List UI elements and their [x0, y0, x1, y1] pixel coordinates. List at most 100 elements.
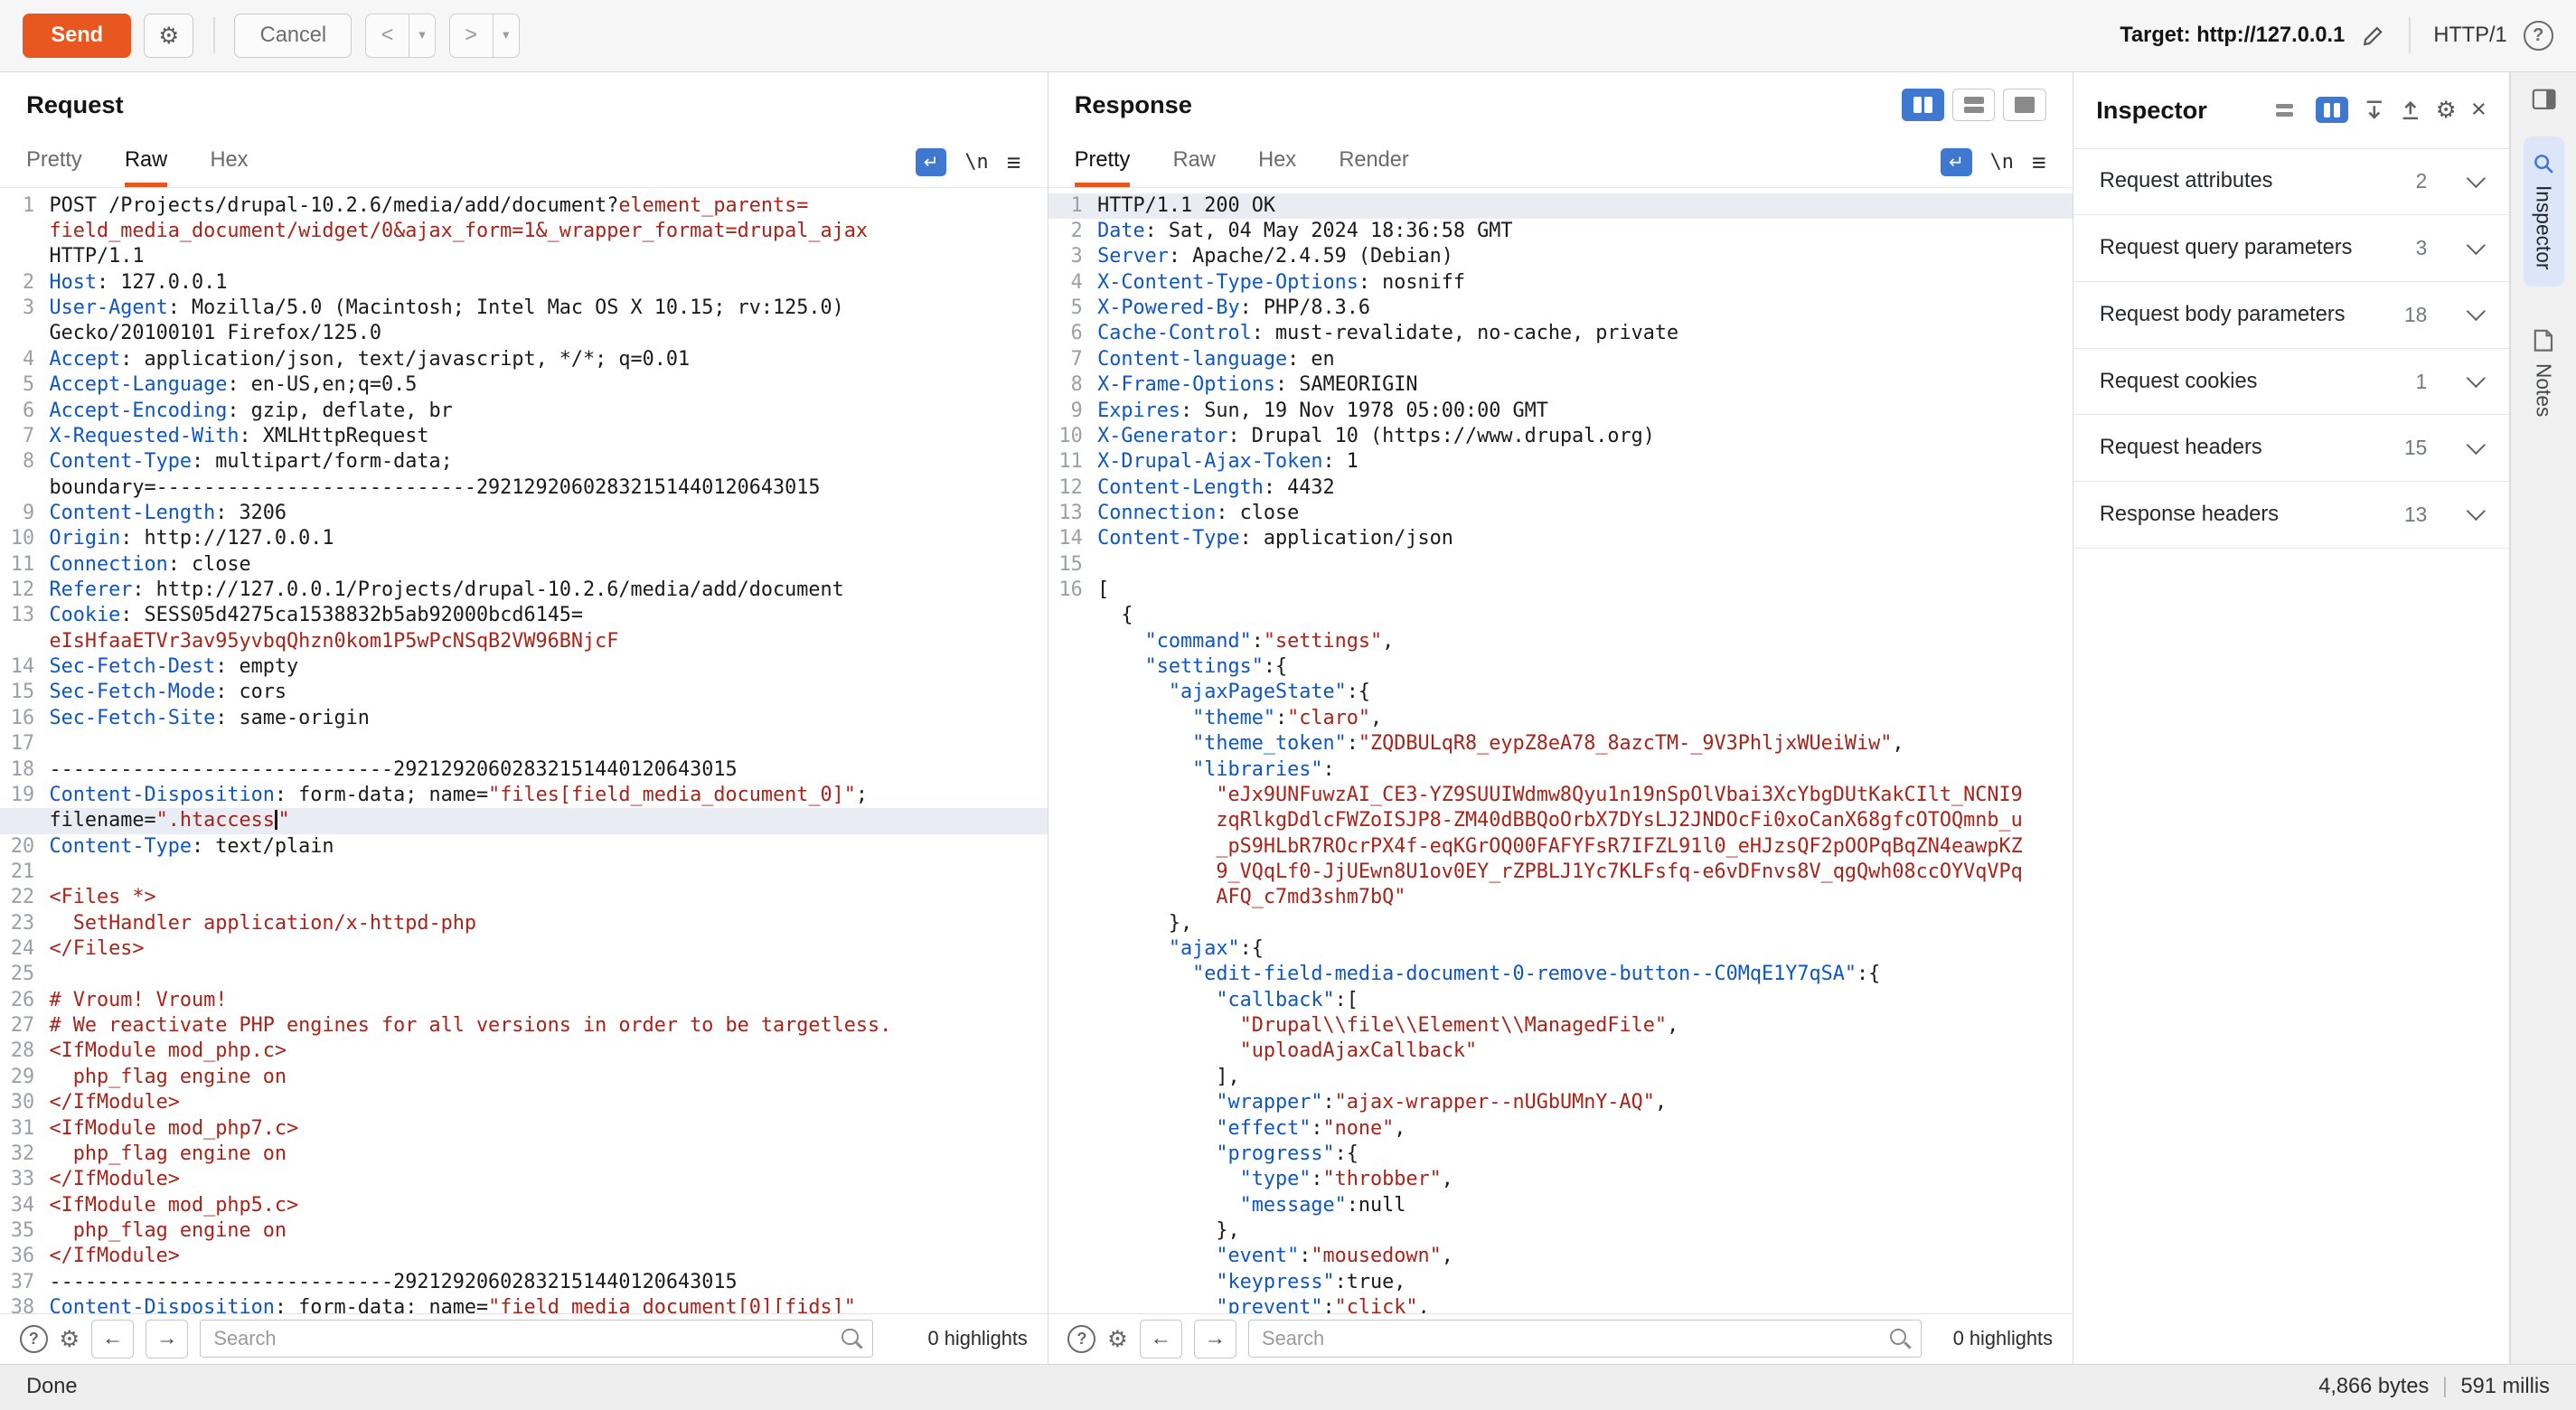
code-line[interactable]: filename=".htaccess": [0, 808, 1048, 833]
inspector-section-request-body-parameters[interactable]: Request body parameters18: [2073, 282, 2509, 349]
search-next-button[interactable]: →: [1194, 1320, 1236, 1359]
search-settings-icon[interactable]: ⚙: [59, 1325, 80, 1353]
forward-history-dropdown[interactable]: ▾: [494, 14, 520, 58]
code-line[interactable]: 2Host: 127.0.0.1: [0, 270, 1048, 296]
code-line[interactable]: "wrapper":"ajax-wrapper--nUGbUMnY-AQ",: [1048, 1090, 2073, 1115]
layout-single-button[interactable]: [2003, 89, 2045, 121]
code-line[interactable]: 8X-Frame-Options: SAMEORIGIN: [1048, 372, 2073, 398]
code-line[interactable]: 15: [1048, 552, 2073, 578]
code-line[interactable]: 7X-Requested-With: XMLHttpRequest: [0, 424, 1048, 449]
inspector-columns-layout-button[interactable]: [2316, 97, 2348, 123]
code-line[interactable]: "progress":{: [1048, 1142, 2073, 1167]
code-line[interactable]: "Drupal\\file\\Element\\ManagedFile",: [1048, 1013, 2073, 1039]
search-settings-icon[interactable]: ⚙: [1107, 1325, 1128, 1353]
tab-render[interactable]: Render: [1339, 138, 1408, 188]
code-line[interactable]: 24</Files>: [0, 936, 1048, 962]
side-tab-inspector[interactable]: Inspector: [2524, 136, 2564, 287]
code-line[interactable]: "event":"mousedown",: [1048, 1244, 2073, 1269]
code-line[interactable]: 8Content-Type: multipart/form-data;: [0, 449, 1048, 475]
forward-history-button[interactable]: >: [449, 14, 494, 58]
code-line[interactable]: 37-----------------------------292129206…: [0, 1270, 1048, 1295]
code-line[interactable]: 26# Vroum! Vroum!: [0, 988, 1048, 1013]
tab-hex[interactable]: Hex: [210, 138, 248, 188]
code-line[interactable]: "ajaxPageState":{: [1048, 680, 2073, 705]
code-line[interactable]: "prevent":"click",: [1048, 1295, 2073, 1313]
code-line[interactable]: 14Sec-Fetch-Dest: empty: [0, 654, 1048, 680]
code-line[interactable]: 29 php_flag engine on: [0, 1065, 1048, 1090]
code-line[interactable]: eIsHfaaETVr3av95yvbqQhzn0kom1P5wPcNSqB2V…: [0, 629, 1048, 654]
code-line[interactable]: 15Sec-Fetch-Mode: cors: [0, 680, 1048, 705]
inspector-settings-icon[interactable]: ⚙: [2436, 96, 2457, 124]
search-help-icon[interactable]: ?: [1067, 1325, 1095, 1353]
code-line[interactable]: _pS9HLbR7ROcrPX4f-eqKGrOQ00FAFYFsR7IFZL9…: [1048, 834, 2073, 860]
code-line[interactable]: 7Content-language: en: [1048, 347, 2073, 372]
search-next-button[interactable]: →: [146, 1320, 188, 1359]
code-line[interactable]: 1HTTP/1.1 200 OK: [1048, 193, 2073, 219]
code-line[interactable]: 21: [0, 860, 1048, 885]
back-history-dropdown[interactable]: ▾: [409, 14, 436, 58]
code-line[interactable]: 3Server: Apache/2.4.59 (Debian): [1048, 244, 2073, 269]
code-line[interactable]: 33</IfModule>: [0, 1167, 1048, 1192]
code-line[interactable]: "libraries":: [1048, 757, 2073, 783]
code-line[interactable]: "command":"settings",: [1048, 629, 2073, 654]
code-line[interactable]: "settings":{: [1048, 654, 2073, 680]
code-line[interactable]: 4Accept: application/json, text/javascri…: [0, 347, 1048, 372]
code-line[interactable]: 36</IfModule>: [0, 1244, 1048, 1269]
word-wrap-icon[interactable]: ↵: [1941, 148, 1972, 176]
side-tab-notes[interactable]: Notes: [2524, 313, 2564, 434]
code-line[interactable]: 14Content-Type: application/json: [1048, 526, 2073, 551]
code-line[interactable]: 11Connection: close: [0, 552, 1048, 578]
inspector-section-request-query-parameters[interactable]: Request query parameters3: [2073, 215, 2509, 282]
code-line[interactable]: "callback":[: [1048, 988, 2073, 1013]
code-line[interactable]: 1POST /Projects/drupal-10.2.6/media/add/…: [0, 193, 1048, 219]
code-line[interactable]: 10X-Generator: Drupal 10 (https://www.dr…: [1048, 424, 2073, 449]
code-line[interactable]: ],: [1048, 1065, 2073, 1090]
code-line[interactable]: 35 php_flag engine on: [0, 1218, 1048, 1244]
code-line[interactable]: "uploadAjaxCallback": [1048, 1039, 2073, 1064]
code-line[interactable]: 6Cache-Control: must-revalidate, no-cach…: [1048, 321, 2073, 346]
help-icon[interactable]: ?: [2524, 21, 2553, 51]
code-line[interactable]: "effect":"none",: [1048, 1116, 2073, 1142]
code-line[interactable]: 32 php_flag engine on: [0, 1142, 1048, 1167]
code-line[interactable]: 5X-Powered-By: PHP/8.3.6: [1048, 296, 2073, 321]
code-line[interactable]: "theme_token":"ZQDBULqR8_eypZ8eA78_8azcT…: [1048, 731, 2073, 757]
code-line[interactable]: 20Content-Type: text/plain: [0, 834, 1048, 860]
http-version-label[interactable]: HTTP/1: [2433, 24, 2506, 48]
code-line[interactable]: Gecko/20100101 Firefox/125.0: [0, 321, 1048, 346]
inspector-section-request-attributes[interactable]: Request attributes2: [2073, 149, 2509, 216]
collapse-all-button[interactable]: [2400, 99, 2421, 121]
code-line[interactable]: 23 SetHandler application/x-httpd-php: [0, 911, 1048, 936]
code-line[interactable]: 2Date: Sat, 04 May 2024 18:36:58 GMT: [1048, 219, 2073, 244]
code-line[interactable]: 38Content-Disposition: form-data; name="…: [0, 1295, 1048, 1313]
inspector-section-request-headers[interactable]: Request headers15: [2073, 415, 2509, 482]
editor-menu-icon[interactable]: ≡: [1007, 148, 1021, 177]
code-line[interactable]: 25: [0, 962, 1048, 987]
code-line[interactable]: 22<Files *>: [0, 885, 1048, 910]
code-line[interactable]: "type":"throbber",: [1048, 1167, 2073, 1192]
code-line[interactable]: 17: [0, 731, 1048, 757]
code-line[interactable]: zqRlkgDdlcFWZoISJP8-ZM40dBBQoOrbX7DYsLJ2…: [1048, 808, 2073, 833]
dock-panel-button[interactable]: [2532, 89, 2556, 110]
code-line[interactable]: 4X-Content-Type-Options: nosniff: [1048, 270, 2073, 296]
inspector-section-response-headers[interactable]: Response headers13: [2073, 482, 2509, 549]
code-line[interactable]: 30</IfModule>: [0, 1090, 1048, 1115]
inspector-section-request-cookies[interactable]: Request cookies1: [2073, 349, 2509, 416]
tab-raw[interactable]: Raw: [125, 138, 167, 188]
code-line[interactable]: "eJx9UNFuwzAI_CE3-YZ9SUUIWdmw8Qyu1n19nSp…: [1048, 783, 2073, 808]
code-line[interactable]: "ajax":{: [1048, 936, 2073, 962]
code-line[interactable]: 6Accept-Encoding: gzip, deflate, br: [0, 399, 1048, 424]
editor-menu-icon[interactable]: ≡: [2032, 148, 2046, 177]
code-line[interactable]: 12Content-Length: 4432: [1048, 475, 2073, 501]
response-editor[interactable]: 1HTTP/1.1 200 OK2Date: Sat, 04 May 2024 …: [1048, 188, 2073, 1313]
search-previous-button[interactable]: ←: [91, 1320, 134, 1359]
back-history-button[interactable]: <: [365, 14, 409, 58]
code-line[interactable]: 31<IfModule mod_php7.c>: [0, 1116, 1048, 1142]
search-help-icon[interactable]: ?: [20, 1325, 48, 1353]
layout-rows-button[interactable]: [1952, 89, 1995, 121]
code-line[interactable]: 19Content-Disposition: form-data; name="…: [0, 783, 1048, 808]
code-line[interactable]: },: [1048, 911, 2073, 936]
code-line[interactable]: 27# We reactivate PHP engines for all ve…: [0, 1013, 1048, 1039]
code-line[interactable]: "message":null: [1048, 1193, 2073, 1218]
code-line[interactable]: 9Expires: Sun, 19 Nov 1978 05:00:00 GMT: [1048, 399, 2073, 424]
request-search-input[interactable]: [200, 1320, 873, 1358]
